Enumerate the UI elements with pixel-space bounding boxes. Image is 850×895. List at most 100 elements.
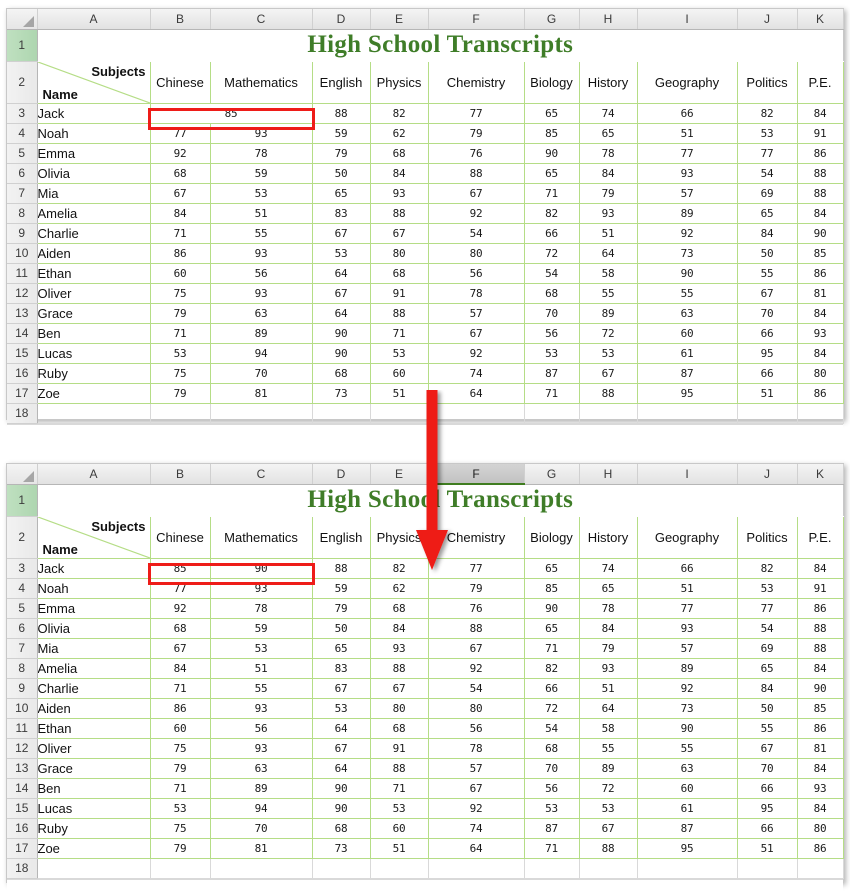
score-cell[interactable]: 68 [150, 163, 211, 184]
score-cell[interactable]: 74 [428, 363, 525, 384]
subject-header-biology[interactable]: Biology [524, 516, 580, 559]
score-cell[interactable]: 93 [370, 183, 429, 204]
score-cell[interactable]: 61 [637, 343, 738, 364]
column-header-k[interactable]: K [797, 9, 844, 30]
score-cell[interactable]: 84 [797, 103, 844, 124]
student-name-cell[interactable]: Ruby [37, 818, 151, 839]
empty-cell[interactable] [737, 403, 798, 424]
score-cell[interactable]: 72 [524, 698, 580, 719]
merged-score-cell[interactable]: 85 [150, 103, 313, 124]
row-header-1[interactable]: 1 [7, 29, 38, 62]
score-cell[interactable]: 55 [637, 738, 738, 759]
score-cell[interactable]: 68 [370, 598, 429, 619]
score-cell[interactable]: 77 [428, 103, 525, 124]
row-header-5[interactable]: 5 [7, 143, 38, 164]
score-cell[interactable]: 53 [210, 638, 313, 659]
score-cell[interactable]: 53 [312, 243, 371, 264]
score-cell[interactable]: 64 [312, 718, 371, 739]
score-cell[interactable]: 79 [579, 183, 638, 204]
empty-cell[interactable] [150, 403, 211, 424]
column-header-f[interactable]: F [428, 9, 525, 30]
score-cell[interactable]: 53 [737, 578, 798, 599]
score-cell[interactable]: 62 [370, 578, 429, 599]
score-cell[interactable]: 84 [370, 163, 429, 184]
row-header-13[interactable]: 13 [7, 303, 38, 324]
score-cell[interactable]: 84 [797, 798, 844, 819]
score-cell[interactable]: 65 [312, 183, 371, 204]
column-header-g[interactable]: G [524, 464, 580, 485]
sheet-title-cell[interactable]: High School Transcripts [37, 29, 843, 62]
score-cell[interactable]: 55 [737, 263, 798, 284]
score-cell[interactable]: 64 [312, 303, 371, 324]
score-cell[interactable]: 55 [637, 283, 738, 304]
student-name-cell[interactable]: Lucas [37, 798, 151, 819]
score-cell[interactable]: 91 [370, 738, 429, 759]
score-cell[interactable]: 67 [428, 638, 525, 659]
student-name-cell[interactable]: Grace [37, 303, 151, 324]
score-cell[interactable]: 91 [797, 123, 844, 144]
score-cell[interactable]: 70 [524, 303, 580, 324]
score-cell[interactable]: 69 [737, 183, 798, 204]
column-header-c[interactable]: C [210, 9, 313, 30]
empty-cell[interactable] [524, 858, 580, 879]
column-header-b[interactable]: B [150, 464, 211, 485]
score-cell[interactable]: 57 [428, 303, 525, 324]
empty-cell[interactable] [797, 403, 844, 424]
score-cell[interactable]: 71 [524, 638, 580, 659]
score-cell[interactable]: 78 [428, 738, 525, 759]
column-header-g[interactable]: G [524, 9, 580, 30]
score-cell[interactable]: 65 [737, 203, 798, 224]
score-cell[interactable]: 93 [637, 618, 738, 639]
student-name-cell[interactable]: Ethan [37, 718, 151, 739]
score-cell[interactable]: 93 [210, 283, 313, 304]
score-cell[interactable]: 80 [370, 698, 429, 719]
empty-cell[interactable] [210, 403, 313, 424]
student-name-cell[interactable]: Amelia [37, 658, 151, 679]
score-cell[interactable]: 71 [150, 678, 211, 699]
score-cell[interactable]: 88 [312, 103, 371, 124]
student-name-cell[interactable]: Lucas [37, 343, 151, 364]
score-cell[interactable]: 57 [637, 638, 738, 659]
empty-cell[interactable] [312, 858, 371, 879]
row-header-6[interactable]: 6 [7, 163, 38, 184]
score-cell[interactable]: 93 [797, 323, 844, 344]
score-cell[interactable]: 92 [637, 678, 738, 699]
student-name-cell[interactable]: Mia [37, 183, 151, 204]
score-cell[interactable]: 51 [737, 383, 798, 404]
score-cell[interactable]: 67 [150, 183, 211, 204]
subject-header-pe[interactable]: P.E. [797, 516, 844, 559]
student-name-cell[interactable]: Ethan [37, 263, 151, 284]
score-cell[interactable]: 63 [210, 303, 313, 324]
score-cell[interactable]: 67 [150, 638, 211, 659]
score-cell[interactable]: 85 [797, 698, 844, 719]
empty-cell[interactable] [37, 858, 151, 879]
subject-header-physics[interactable]: Physics [370, 61, 429, 104]
score-cell[interactable]: 64 [428, 838, 525, 859]
empty-cell[interactable] [637, 858, 738, 879]
score-cell[interactable]: 89 [579, 758, 638, 779]
score-cell[interactable]: 51 [210, 203, 313, 224]
score-cell[interactable]: 84 [579, 163, 638, 184]
subject-header-english[interactable]: English [312, 516, 371, 559]
score-cell[interactable]: 85 [524, 578, 580, 599]
score-cell[interactable]: 87 [637, 818, 738, 839]
subject-header-english[interactable]: English [312, 61, 371, 104]
score-cell[interactable]: 93 [637, 163, 738, 184]
score-cell[interactable]: 74 [428, 818, 525, 839]
empty-cell[interactable] [737, 858, 798, 879]
score-cell[interactable]: 67 [312, 223, 371, 244]
score-cell[interactable]: 51 [579, 223, 638, 244]
score-cell[interactable]: 65 [524, 103, 580, 124]
score-cell[interactable]: 78 [428, 283, 525, 304]
score-cell[interactable]: 90 [524, 143, 580, 164]
row-header-5[interactable]: 5 [7, 598, 38, 619]
score-cell[interactable]: 92 [428, 798, 525, 819]
row-header-2[interactable]: 2 [7, 61, 38, 104]
score-cell[interactable]: 53 [524, 343, 580, 364]
row-header-10[interactable]: 10 [7, 698, 38, 719]
score-cell[interactable]: 53 [370, 343, 429, 364]
score-cell[interactable]: 84 [797, 203, 844, 224]
score-cell[interactable]: 92 [428, 658, 525, 679]
score-cell[interactable]: 80 [370, 243, 429, 264]
score-cell[interactable]: 75 [150, 283, 211, 304]
